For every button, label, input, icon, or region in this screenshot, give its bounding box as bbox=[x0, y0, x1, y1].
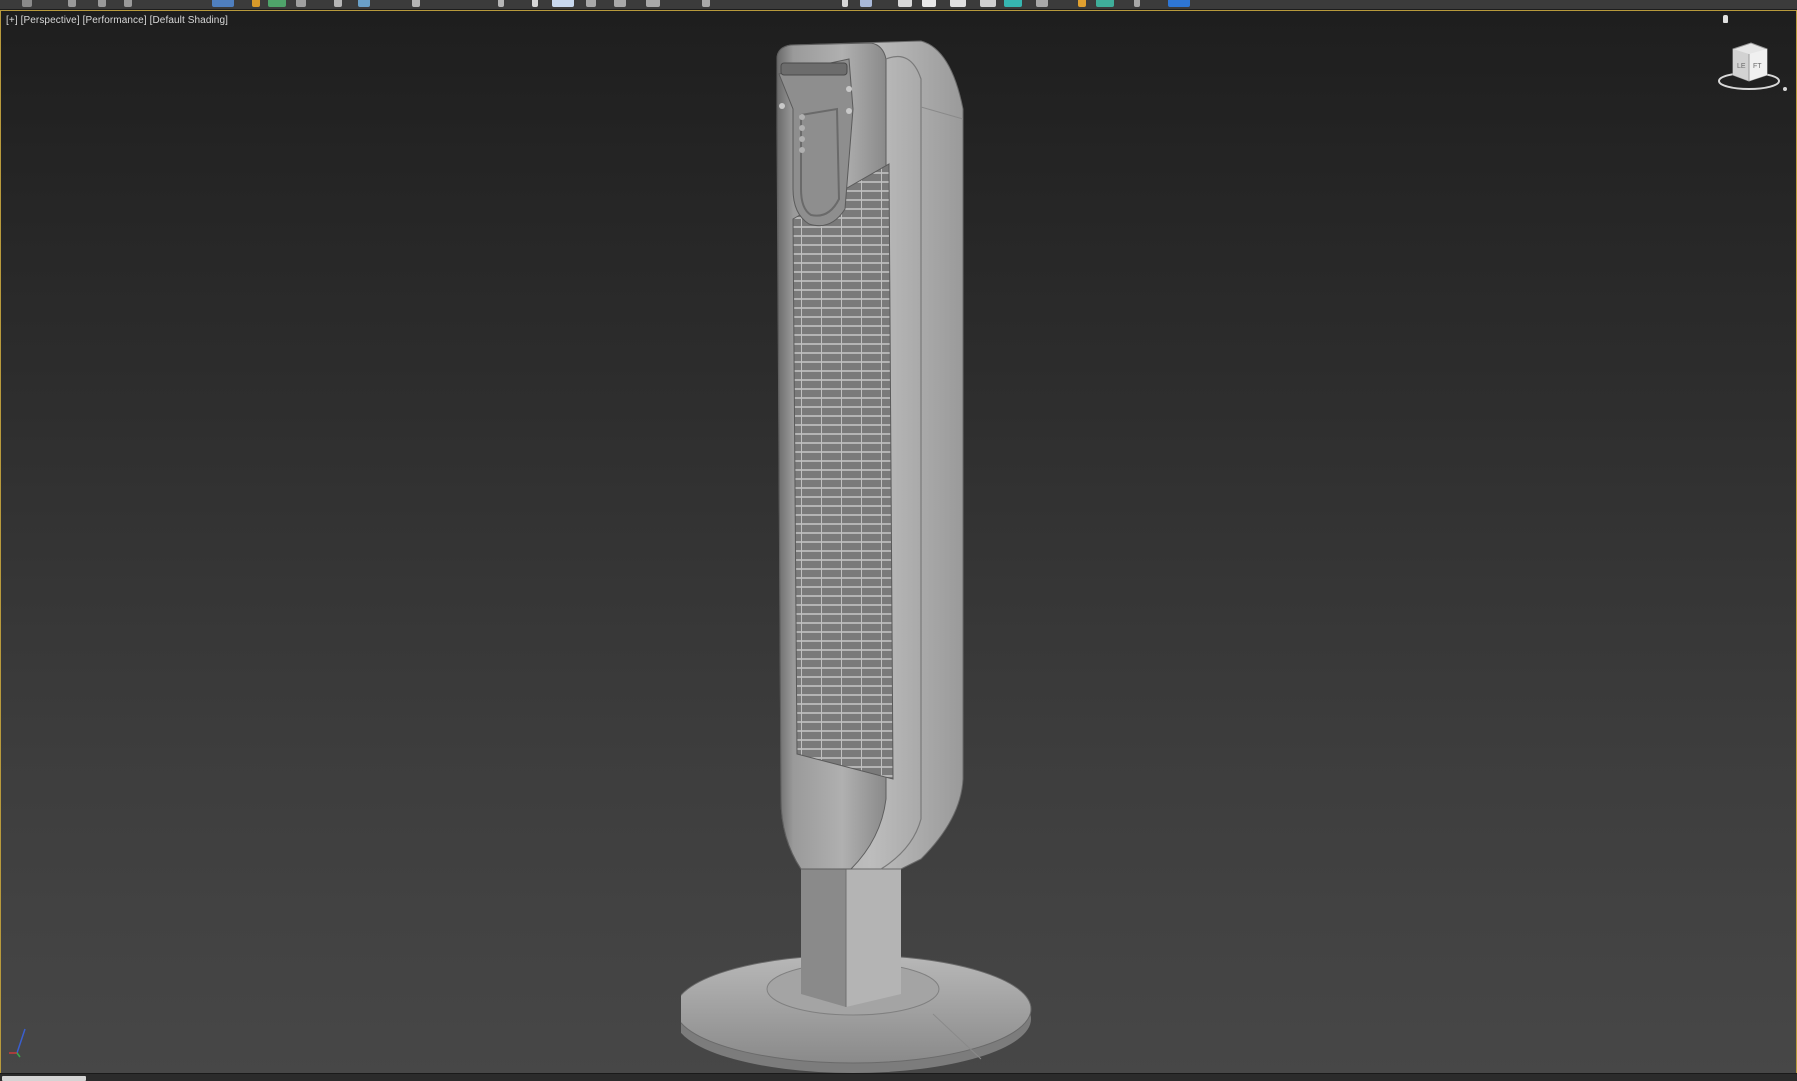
timer-button-icon[interactable] bbox=[799, 147, 805, 153]
move-icon[interactable] bbox=[268, 0, 286, 7]
render-active-icon[interactable] bbox=[950, 0, 966, 7]
render-setup-icon[interactable] bbox=[860, 0, 872, 7]
viewcube-face-left-label: LE bbox=[1737, 63, 1746, 70]
percent-snap-icon[interactable] bbox=[498, 0, 504, 7]
power-button-icon[interactable] bbox=[799, 114, 805, 120]
select-icon[interactable] bbox=[22, 0, 32, 7]
teapot-icon[interactable] bbox=[1004, 0, 1022, 7]
named-selection-icon[interactable] bbox=[532, 0, 538, 7]
home-icon[interactable] bbox=[1723, 15, 1728, 23]
time-slider-thumb[interactable] bbox=[2, 1076, 86, 1081]
perspective-viewport[interactable]: [+] [Perspective] [Performance] [Default… bbox=[0, 10, 1797, 1075]
viewport-view-button[interactable]: [Perspective] bbox=[21, 15, 80, 26]
screw-icon bbox=[846, 86, 852, 92]
oscillate-button-icon[interactable] bbox=[799, 136, 805, 142]
angle-snap-icon[interactable] bbox=[412, 0, 420, 7]
select-region-icon[interactable] bbox=[252, 0, 260, 7]
viewport-label: [+] [Perspective] [Performance] [Default… bbox=[6, 15, 228, 26]
align-icon[interactable] bbox=[586, 0, 596, 7]
speed-button-icon[interactable] bbox=[799, 125, 805, 131]
screw-icon bbox=[846, 108, 852, 114]
rendered-frame-icon[interactable] bbox=[898, 0, 912, 7]
scale-icon[interactable] bbox=[334, 0, 342, 7]
rotate-icon[interactable] bbox=[296, 0, 306, 7]
viewcube-face-right-label: FT bbox=[1753, 63, 1762, 70]
environment-icon[interactable] bbox=[980, 0, 996, 7]
exposure-icon[interactable] bbox=[1096, 0, 1114, 7]
main-toolbar bbox=[0, 0, 1797, 10]
link-icon[interactable] bbox=[124, 0, 132, 7]
tower-fan-model[interactable] bbox=[681, 19, 1061, 1075]
workspace-icon[interactable] bbox=[1168, 0, 1190, 7]
viewcube-compass-dot bbox=[1783, 87, 1787, 91]
render-icon[interactable] bbox=[922, 0, 936, 7]
viewcube[interactable]: LE FT bbox=[1715, 37, 1789, 97]
material-editor-icon[interactable] bbox=[842, 0, 848, 7]
mirror-icon[interactable] bbox=[552, 0, 574, 7]
select-filter-icon[interactable] bbox=[212, 0, 234, 7]
screw-icon bbox=[779, 103, 785, 109]
snap-icon[interactable] bbox=[358, 0, 370, 7]
fan-grille[interactable] bbox=[792, 163, 894, 780]
curve-editor-icon[interactable] bbox=[646, 0, 660, 7]
viewport-mode-button[interactable]: [Performance] bbox=[83, 15, 147, 26]
sun-icon[interactable] bbox=[1078, 0, 1086, 7]
redo-icon[interactable] bbox=[98, 0, 106, 7]
viewport-shading-button[interactable]: [Default Shading] bbox=[150, 15, 228, 26]
layer-icon[interactable] bbox=[614, 0, 626, 7]
axis-tripod-icon bbox=[9, 1028, 26, 1058]
undo-icon[interactable] bbox=[68, 0, 76, 7]
render-frame-window-icon[interactable] bbox=[1036, 0, 1048, 7]
handle-slot bbox=[780, 62, 848, 76]
dropdown-arrow-icon[interactable] bbox=[1134, 0, 1140, 7]
schematic-icon[interactable] bbox=[702, 0, 710, 7]
viewport-menu-button[interactable]: [+] bbox=[6, 15, 18, 26]
3dsmax-app: [+] [Perspective] [Performance] [Default… bbox=[0, 0, 1797, 1081]
